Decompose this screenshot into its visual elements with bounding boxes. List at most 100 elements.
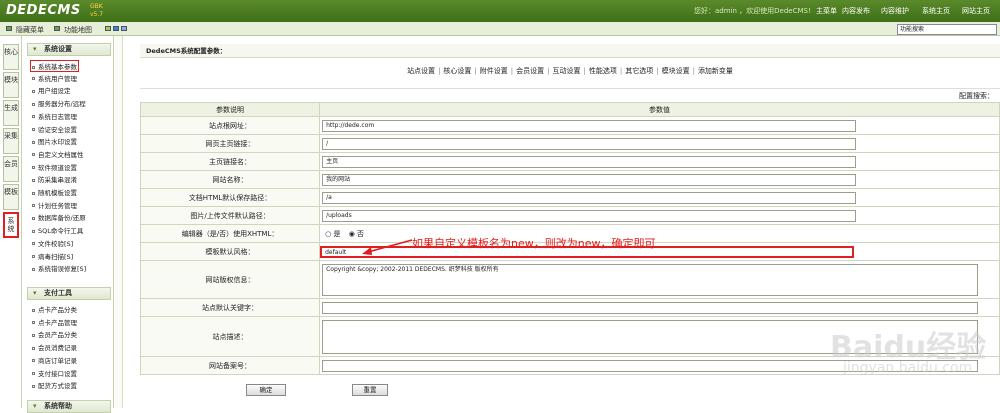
collapse-icon: ▾ <box>33 402 37 410</box>
bullet-icon <box>32 115 35 119</box>
sidebar-item[interactable]: 系统日志管理 <box>32 111 77 121</box>
sidebar-item[interactable]: 服务器分布/远程 <box>32 98 86 108</box>
row-value: /uploads <box>319 206 1000 225</box>
sidebar-item[interactable]: 随机模板设置 <box>32 187 77 197</box>
bullet-icon <box>32 308 35 312</box>
tab-module[interactable]: 模块 <box>3 72 19 98</box>
row-label: 站点根网址： <box>139 116 321 135</box>
section-system-settings[interactable]: ▾ 系统设置 <box>27 43 111 56</box>
config-input[interactable]: /uploads <box>322 209 857 222</box>
sidebar-item[interactable]: 验证安全设置 <box>32 124 77 134</box>
bullet-icon <box>32 242 35 246</box>
config-input[interactable]: 我的网站 <box>322 173 857 186</box>
config-tab[interactable]: 站点设置 <box>407 67 435 75</box>
top-bar: DEDECMS v5.7 GBK 您好：admin ，欢迎使用DedeCMS! … <box>0 0 1000 22</box>
watermark-url: jingyan.baidu.com <box>843 360 973 376</box>
row-label: 站点默认关键字： <box>139 298 321 317</box>
sidebar-item[interactable]: SQL命令行工具 <box>32 225 83 235</box>
config-tab[interactable]: 互动设置 <box>553 67 581 75</box>
sidebar-item[interactable]: 用户组设定 <box>32 85 71 95</box>
config-input[interactable]: /a <box>322 191 857 204</box>
bullet-icon <box>32 140 35 144</box>
hide-menu-link[interactable]: 隐藏菜单 <box>16 25 44 35</box>
nav-content-publish[interactable]: 内容发布 <box>842 6 870 16</box>
sidebar-item[interactable]: 病毒扫描[S] <box>32 251 73 261</box>
bullet-icon <box>32 384 35 388</box>
config-tab[interactable]: 性能选项 <box>589 67 617 75</box>
table-row: 图片/上传文件默认路径：/uploads <box>139 206 1000 225</box>
nav-main-menu[interactable]: 主菜单 <box>816 6 837 16</box>
copyright-textarea[interactable]: Copyright &copy; 2002-2011 DEDECMS. 织梦科技… <box>322 263 979 296</box>
config-tab[interactable]: 添加新变量 <box>698 67 733 75</box>
tab-system[interactable]: 系统 <box>3 212 19 238</box>
radio-no[interactable]: ◉ 否 <box>349 230 364 238</box>
config-tab[interactable]: 模块设置 <box>662 67 690 75</box>
tab-separator: | <box>474 67 477 75</box>
sidebar-item[interactable]: 数据库备份/还原 <box>32 212 86 222</box>
keywords-input[interactable] <box>322 301 979 314</box>
tab-separator: | <box>583 67 586 75</box>
tab-template[interactable]: 模板 <box>3 184 19 210</box>
tool-bar: 隐藏菜单 功能地图 <box>0 22 1000 36</box>
sidebar-item-label: 支付接口设置 <box>38 369 77 378</box>
section-system-help[interactable]: ▾ 系统帮助 <box>27 400 111 413</box>
version-tag: GBK <box>90 3 103 10</box>
sidebar-item[interactable]: 会员消费记录 <box>32 342 77 352</box>
sidebar-item[interactable]: 配货方式设置 <box>32 380 77 390</box>
site-map-icon <box>54 26 60 31</box>
row-label: 站点描述： <box>139 316 321 357</box>
hide-menu-icon <box>6 26 12 31</box>
nav-site-home[interactable]: 网站主页 <box>962 6 990 16</box>
sidebar-splitter[interactable] <box>115 36 123 408</box>
config-input[interactable]: / <box>322 137 857 150</box>
table-row: 站点默认关键字： <box>139 298 1000 317</box>
bullet-icon <box>32 204 35 208</box>
skin-green-icon[interactable] <box>105 26 111 31</box>
sidebar-item[interactable]: 计划任务管理 <box>32 200 77 210</box>
sidebar-item-label: 系统用户管理 <box>38 74 77 83</box>
site-map-link[interactable]: 功能地图 <box>64 25 92 35</box>
sidebar-item-label: 文件校验[S] <box>38 239 74 248</box>
tab-generate[interactable]: 生成 <box>3 100 19 126</box>
sidebar-item[interactable]: 商店订单记录 <box>32 355 77 365</box>
config-tab[interactable]: 其它选项 <box>625 67 653 75</box>
sidebar-item-label: 配货方式设置 <box>38 382 77 391</box>
nav-content-maintain[interactable]: 内容维护 <box>881 6 909 16</box>
sidebar-item[interactable]: 自定义文档属性 <box>32 149 84 159</box>
radio-yes[interactable]: ○ 是 <box>325 230 340 238</box>
sidebar-item[interactable]: 支付接口设置 <box>32 368 77 378</box>
sidebar-item[interactable]: 点卡产品分类 <box>32 304 77 314</box>
sidebar-item[interactable]: 会员产品分类 <box>32 329 77 339</box>
ok-button[interactable]: 确定 <box>246 384 286 396</box>
tab-collect[interactable]: 采集 <box>3 128 19 154</box>
config-input[interactable]: 主页 <box>322 155 857 168</box>
config-tab[interactable]: 附件设置 <box>480 67 508 75</box>
config-search-label[interactable]: 配置搜索： <box>140 88 1000 102</box>
nav-system-home[interactable]: 系统主页 <box>922 6 950 16</box>
config-tab[interactable]: 会员设置 <box>516 67 544 75</box>
header-value: 参数值 <box>319 102 1000 117</box>
tab-separator: | <box>547 67 550 75</box>
sidebar-item-label: 会员消费记录 <box>38 344 77 353</box>
sidebar-item[interactable]: 系统基本参数 <box>30 60 79 72</box>
sidebar-item[interactable]: 图片水印设置 <box>32 136 77 146</box>
skin-blue-icon[interactable] <box>113 26 119 31</box>
sidebar-item[interactable]: 点卡产品管理 <box>32 317 77 327</box>
tab-core[interactable]: 核心 <box>3 44 19 70</box>
bullet-icon <box>32 359 35 363</box>
row-value: / <box>319 134 1000 153</box>
sidebar-item[interactable]: 文件校验[S] <box>32 238 73 248</box>
sidebar-item[interactable]: 软件频道设置 <box>32 162 77 172</box>
sidebar-item-label: 数据库备份/还原 <box>38 214 86 223</box>
config-tab[interactable]: 核心设置 <box>443 67 471 75</box>
sidebar-item[interactable]: 防采集串混淆 <box>32 174 77 184</box>
function-search-input[interactable]: 功能搜索 <box>897 24 997 35</box>
reset-button[interactable]: 重置 <box>352 384 388 396</box>
config-input[interactable]: http://dede.com <box>322 119 857 132</box>
skin-lightblue-icon[interactable] <box>121 26 127 31</box>
sidebar-item[interactable]: 系统用户管理 <box>32 73 77 83</box>
tab-member[interactable]: 会员 <box>3 156 19 182</box>
section-payment-tools[interactable]: ▾ 支付工具 <box>27 287 111 300</box>
sidebar-item[interactable]: 系统错误修复[S] <box>32 263 86 273</box>
table-row: 网页主页链接： / <box>139 134 1000 153</box>
